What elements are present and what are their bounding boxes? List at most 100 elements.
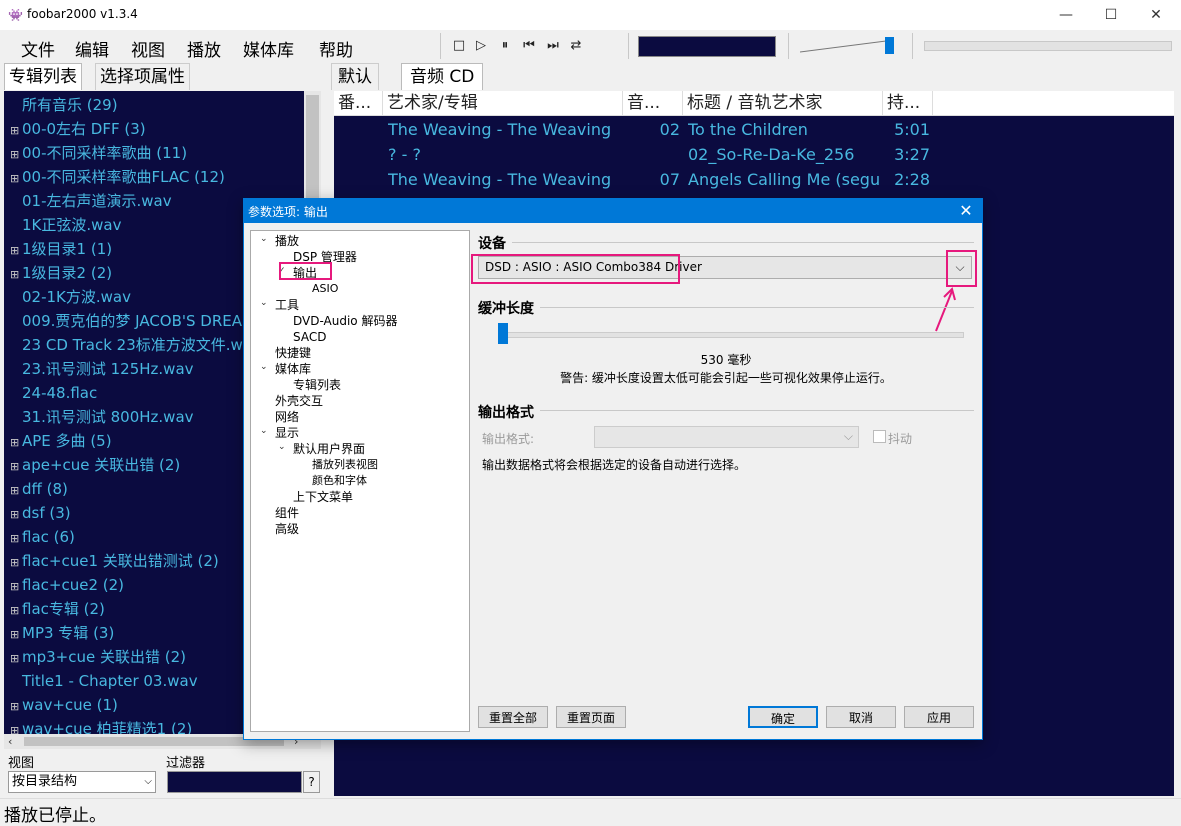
reset-page-button[interactable]: 重置页面 bbox=[556, 706, 626, 728]
preferences-tree-item[interactable]: 网络 bbox=[275, 409, 299, 425]
preferences-tree-item[interactable]: 上下文菜单 bbox=[293, 489, 353, 505]
expand-icon[interactable]: ⊞ bbox=[10, 431, 22, 455]
column-header[interactable]: 音... bbox=[623, 91, 683, 115]
menu-file[interactable]: 文件 bbox=[21, 36, 55, 61]
menu-help[interactable]: 帮助 bbox=[319, 36, 353, 61]
tree-item[interactable]: ⊞ 00-不同采样率歌曲FLAC (12) bbox=[10, 165, 225, 189]
playlist-cell-title[interactable]: Angels Calling Me (segu... bbox=[688, 167, 880, 192]
tree-item[interactable]: ⊞ wav+cue 柏菲精选1 (2) bbox=[10, 717, 192, 734]
expand-icon[interactable]: ⊞ bbox=[10, 695, 22, 719]
seek-bar[interactable] bbox=[924, 41, 1172, 51]
preferences-tree-item[interactable]: ASIO bbox=[312, 281, 338, 297]
tree-item[interactable]: 009.贾克伯的梦 JACOB'S DREAM bbox=[10, 309, 255, 333]
volume-slider[interactable] bbox=[885, 37, 894, 54]
expand-icon[interactable]: ⊞ bbox=[10, 167, 22, 191]
collapse-icon[interactable]: ⌄ bbox=[260, 234, 268, 244]
tree-item[interactable]: ⊞ APE 多曲 (5) bbox=[10, 429, 112, 453]
tree-item[interactable]: 24-48.flac bbox=[10, 381, 97, 405]
preferences-tree-item[interactable]: 颜色和字体 bbox=[312, 473, 367, 489]
menu-view[interactable]: 视图 bbox=[131, 36, 165, 61]
tree-item[interactable]: ⊞ flac (6) bbox=[10, 525, 75, 549]
expand-icon[interactable]: ⊞ bbox=[10, 143, 22, 167]
tree-item[interactable]: ⊞ dff (8) bbox=[10, 477, 68, 501]
tree-item[interactable]: ⊞ 1级目录1 (1) bbox=[10, 237, 112, 261]
collapse-icon[interactable]: ⌄ bbox=[278, 442, 286, 452]
minimize-button[interactable]: — bbox=[1043, 0, 1089, 30]
playlist-cell-title[interactable]: To the Children bbox=[688, 117, 880, 142]
expand-icon[interactable]: ⊞ bbox=[10, 623, 22, 647]
preferences-tree-item[interactable]: SACD bbox=[293, 329, 326, 345]
next-icon[interactable]: ⏭ bbox=[544, 36, 562, 56]
expand-icon[interactable]: ⊞ bbox=[10, 527, 22, 551]
playlist-cell-artist[interactable]: The Weaving - The Weaving bbox=[388, 167, 623, 192]
tree-item[interactable]: ⊞ 00-0左右 DFF (3) bbox=[10, 117, 146, 141]
preferences-tree-item[interactable]: 组件 bbox=[275, 505, 299, 521]
expand-icon[interactable]: ⊞ bbox=[10, 503, 22, 527]
tab-playlist-audio-cd[interactable]: 音频 CD bbox=[401, 63, 484, 90]
tree-item[interactable]: ⊞ mp3+cue 关联出错 (2) bbox=[10, 645, 186, 669]
preferences-tree-item[interactable]: 媒体库 bbox=[275, 361, 311, 377]
playlist-cell-duration[interactable]: 2:28 bbox=[884, 167, 930, 192]
playlist-cell-track[interactable]: 02 bbox=[640, 117, 680, 142]
format-select[interactable]: ⌵ bbox=[594, 426, 859, 448]
expand-icon[interactable]: ⊞ bbox=[10, 599, 22, 623]
preferences-tree-item[interactable]: 播放 bbox=[275, 233, 299, 249]
tree-item[interactable]: Title1 - Chapter 03.wav bbox=[10, 669, 198, 693]
preferences-tree-item[interactable]: 默认用户界面 bbox=[293, 441, 365, 457]
preferences-tree-item[interactable]: 播放列表视图 bbox=[312, 457, 378, 473]
view-select[interactable]: 按目录结构 ⌵ bbox=[8, 771, 156, 793]
tree-item[interactable]: ⊞ flac+cue1 关联出错测试 (2) bbox=[10, 549, 219, 573]
tree-item[interactable]: 1K正弦波.wav bbox=[10, 213, 122, 237]
tree-item[interactable]: 31.讯号测试 800Hz.wav bbox=[10, 405, 194, 429]
close-button[interactable]: ✕ bbox=[1133, 0, 1179, 30]
reset-all-button[interactable]: 重置全部 bbox=[478, 706, 548, 728]
random-icon[interactable]: ⇄ bbox=[567, 36, 585, 56]
preferences-tree-item[interactable]: 工具 bbox=[275, 297, 299, 313]
playlist-cell-title[interactable]: 02_So-Re-Da-Ke_256 bbox=[688, 142, 880, 167]
scroll-left-icon[interactable]: ‹ bbox=[8, 734, 12, 749]
playlist-cell-duration[interactable]: 3:27 bbox=[884, 142, 930, 167]
collapse-icon[interactable]: ⌄ bbox=[260, 362, 268, 372]
column-header[interactable]: 艺术家/专辑 bbox=[383, 91, 623, 115]
preferences-tree-item[interactable]: 快捷键 bbox=[275, 345, 311, 361]
filter-input[interactable] bbox=[167, 771, 302, 793]
column-header[interactable]: 标题 / 音轨艺术家 bbox=[683, 91, 883, 115]
preferences-tree-item[interactable]: DVD-Audio 解码器 bbox=[293, 313, 397, 329]
preferences-tree-item[interactable]: 显示 bbox=[275, 425, 299, 441]
tree-item[interactable]: 02-1K方波.wav bbox=[10, 285, 131, 309]
collapse-icon[interactable]: ⌄ bbox=[260, 298, 268, 308]
expand-icon[interactable]: ⊞ bbox=[10, 455, 22, 479]
buffer-slider-track[interactable] bbox=[498, 332, 964, 338]
expand-icon[interactable]: ⊞ bbox=[10, 263, 22, 287]
previous-icon[interactable]: ⏮ bbox=[520, 36, 538, 56]
expand-icon[interactable]: ⊞ bbox=[10, 647, 22, 671]
tab-playlist-default[interactable]: 默认 bbox=[331, 63, 379, 90]
maximize-button[interactable]: ☐ bbox=[1088, 0, 1134, 30]
tab-selection-properties[interactable]: 选择项属性 bbox=[95, 63, 190, 90]
collapse-icon[interactable]: ⌄ bbox=[260, 426, 268, 436]
expand-icon[interactable]: ⊞ bbox=[10, 551, 22, 575]
expand-icon[interactable]: ⊞ bbox=[10, 119, 22, 143]
preferences-tree-item[interactable]: 外壳交互 bbox=[275, 393, 323, 409]
expand-icon[interactable]: ⊞ bbox=[10, 239, 22, 263]
tree-item[interactable]: ⊞ dsf (3) bbox=[10, 501, 71, 525]
tree-item[interactable]: 23.讯号测试 125Hz.wav bbox=[10, 357, 194, 381]
tab-album-list[interactable]: 专辑列表 bbox=[4, 63, 82, 90]
ok-button[interactable]: 确定 bbox=[748, 706, 818, 728]
expand-icon[interactable]: ⊞ bbox=[10, 575, 22, 599]
stop-icon[interactable]: □ bbox=[450, 36, 468, 56]
playlist-cell-track[interactable]: 07 bbox=[640, 167, 680, 192]
tree-item[interactable]: ⊞ MP3 专辑 (3) bbox=[10, 621, 114, 645]
filter-help-button[interactable]: ? bbox=[303, 771, 320, 793]
column-header[interactable]: 番... bbox=[334, 91, 383, 115]
buffer-slider-thumb[interactable] bbox=[497, 323, 508, 344]
dialog-close-icon[interactable]: ✕ bbox=[955, 200, 977, 222]
menu-edit[interactable]: 编辑 bbox=[75, 36, 109, 61]
expand-icon[interactable]: ⊞ bbox=[10, 719, 22, 734]
pause-icon[interactable]: ⏸ bbox=[496, 36, 514, 56]
play-icon[interactable]: ▷ bbox=[472, 36, 490, 56]
tree-item[interactable]: ⊞ wav+cue (1) bbox=[10, 693, 118, 717]
tree-item[interactable]: ⊞ ape+cue 关联出错 (2) bbox=[10, 453, 180, 477]
menu-playback[interactable]: 播放 bbox=[187, 36, 221, 61]
playlist-cell-artist[interactable]: ? - ? bbox=[388, 142, 623, 167]
